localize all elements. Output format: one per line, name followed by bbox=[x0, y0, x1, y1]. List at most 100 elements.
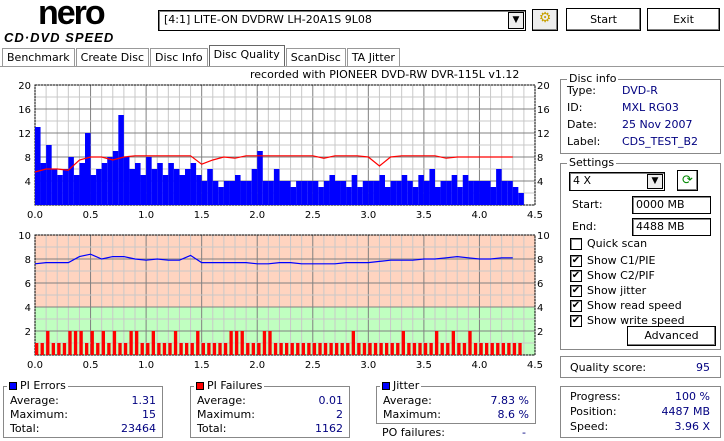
pi-failures-group: PI Failures Average: 0.01 Maximum: 2 Total… bbox=[190, 379, 350, 438]
pie-bar bbox=[279, 181, 285, 205]
speed-select[interactable]: 4 X ▼ bbox=[569, 172, 665, 191]
pie-bar bbox=[379, 175, 385, 205]
pie-bar bbox=[507, 181, 513, 205]
pie-bar bbox=[385, 187, 391, 205]
disc-info-group: Disc info Type: DVD-R ID: MXL RG03 Date: 25… bbox=[560, 72, 721, 154]
tab-scandisc[interactable]: ScanDisc bbox=[285, 48, 346, 67]
x-tick-label: 3.5 bbox=[416, 210, 432, 221]
y-tick-label-right: 16 bbox=[537, 105, 550, 116]
pif-bar bbox=[468, 331, 472, 355]
tab-disc-info[interactable]: Disc Info bbox=[150, 48, 208, 67]
pie-bar bbox=[301, 181, 308, 205]
pif-bar bbox=[429, 343, 433, 355]
pie-bar bbox=[268, 181, 274, 205]
checkbox-box[interactable]: ✔ bbox=[570, 254, 582, 267]
checkbox-show-c2-pif[interactable]: ✔ Show C2/PIF bbox=[570, 269, 655, 282]
pie-bar bbox=[373, 181, 380, 205]
checkbox-box[interactable]: ✔ bbox=[570, 284, 582, 297]
pif-bar bbox=[423, 343, 428, 355]
progress-label: Progress: bbox=[570, 390, 621, 403]
pie-bar bbox=[101, 163, 108, 205]
tab-benchmark[interactable]: Benchmark bbox=[2, 48, 75, 67]
pif-bar bbox=[35, 343, 39, 355]
pif-bar bbox=[329, 343, 333, 355]
disc-date: 25 Nov 2007 bbox=[622, 118, 693, 131]
pif-bar bbox=[312, 343, 317, 355]
pif-bar bbox=[51, 343, 55, 355]
pif-bar bbox=[285, 343, 289, 355]
pie-bar bbox=[73, 175, 80, 205]
pif-bar bbox=[73, 331, 78, 355]
y-tick-label-right: 4 bbox=[537, 177, 543, 188]
chevron-down-icon[interactable]: ▼ bbox=[647, 174, 663, 189]
pif-bar bbox=[507, 343, 511, 355]
pie-bar bbox=[490, 187, 497, 205]
tab-disc-quality[interactable]: Disc Quality bbox=[208, 45, 285, 67]
end-input[interactable]: 4488 MB bbox=[632, 218, 711, 236]
exit-button[interactable]: Exit bbox=[647, 8, 720, 31]
x-tick-label: 1.0 bbox=[138, 360, 154, 370]
pif-bar bbox=[90, 331, 94, 355]
pie-bar bbox=[496, 169, 502, 205]
x-tick-label: 4.0 bbox=[471, 210, 487, 221]
x-tick-label: 0.5 bbox=[83, 210, 99, 221]
pie-bar bbox=[407, 181, 413, 205]
tab-create-disc[interactable]: Create Disc bbox=[75, 48, 150, 67]
checkbox-show-read-speed[interactable]: ✔ Show read speed bbox=[570, 299, 682, 312]
jitter-group: Jitter Average: 7.83 % Maximum: 8.6 % bbox=[376, 379, 536, 424]
advanced-button[interactable]: Advanced bbox=[627, 326, 716, 346]
pif-bar bbox=[340, 343, 344, 355]
pif-bar bbox=[485, 343, 489, 355]
pie-bar bbox=[68, 157, 74, 205]
drive-config-button[interactable]: ⚙ bbox=[532, 9, 558, 31]
pi-errors-title: PI Errors bbox=[20, 379, 66, 392]
position-label: Position: bbox=[570, 405, 617, 418]
pi-errors-group: PI Errors Average: 1.31 Maximum: 15 Total:… bbox=[3, 379, 163, 438]
start-input[interactable]: 0000 MB bbox=[632, 196, 711, 214]
pie-bar bbox=[173, 169, 180, 205]
max-label: Maximum: bbox=[10, 408, 68, 421]
pi-failures-color-icon bbox=[196, 382, 204, 390]
pif-bar bbox=[107, 343, 111, 355]
pie-bar bbox=[218, 187, 224, 205]
pie-bar bbox=[357, 187, 363, 205]
pif-bar bbox=[268, 331, 272, 355]
pie-bar bbox=[457, 187, 463, 205]
pie-bar bbox=[262, 181, 269, 205]
pi-failures-average: 0.01 bbox=[318, 394, 344, 407]
pif-bar bbox=[112, 331, 117, 355]
checkbox-box[interactable] bbox=[570, 237, 582, 250]
checkbox-label: Show C1/PIE bbox=[587, 254, 656, 267]
pie-bar bbox=[479, 181, 485, 205]
chevron-down-icon[interactable]: ▼ bbox=[508, 12, 524, 29]
pif-bar bbox=[435, 331, 439, 355]
checkbox-box[interactable]: ✔ bbox=[570, 314, 582, 327]
pif-bar bbox=[351, 331, 355, 355]
x-tick-label: 3.0 bbox=[360, 360, 376, 370]
pie-bar bbox=[157, 163, 163, 205]
refresh-button[interactable]: ⟳ bbox=[677, 170, 698, 191]
pif-bar bbox=[179, 343, 183, 355]
pif-bar bbox=[357, 343, 361, 355]
checkbox-show-jitter[interactable]: ✔ Show jitter bbox=[570, 284, 646, 297]
quality-score-value: 95 bbox=[696, 361, 710, 374]
checkbox-box[interactable]: ✔ bbox=[570, 269, 582, 282]
tab-ta-jitter[interactable]: TA Jitter bbox=[346, 48, 400, 67]
checkbox-box[interactable]: ✔ bbox=[570, 299, 582, 312]
pif-bar bbox=[135, 331, 139, 355]
pie-bar bbox=[462, 175, 469, 205]
drive-select[interactable]: [4:1] LITE-ON DVDRW LH-20A1S 9L08 ▼ bbox=[158, 10, 526, 31]
pie-bar bbox=[323, 181, 330, 205]
checkbox-show-c1-pie[interactable]: ✔ Show C1/PIE bbox=[570, 254, 655, 267]
pie-bar bbox=[362, 181, 369, 205]
jitter-color-icon bbox=[382, 382, 390, 390]
pif-bar bbox=[479, 343, 483, 355]
pif-bar bbox=[168, 343, 172, 355]
start-label: Start: bbox=[572, 198, 603, 211]
start-button[interactable]: Start bbox=[566, 8, 641, 31]
max-label: Maximum: bbox=[197, 408, 255, 421]
y-tick-label-left: 12 bbox=[18, 129, 31, 140]
pie-bar bbox=[85, 133, 91, 205]
checkbox-quick-scan[interactable]: Quick scan bbox=[570, 237, 647, 250]
quality-score-label: Quality score: bbox=[570, 361, 647, 374]
